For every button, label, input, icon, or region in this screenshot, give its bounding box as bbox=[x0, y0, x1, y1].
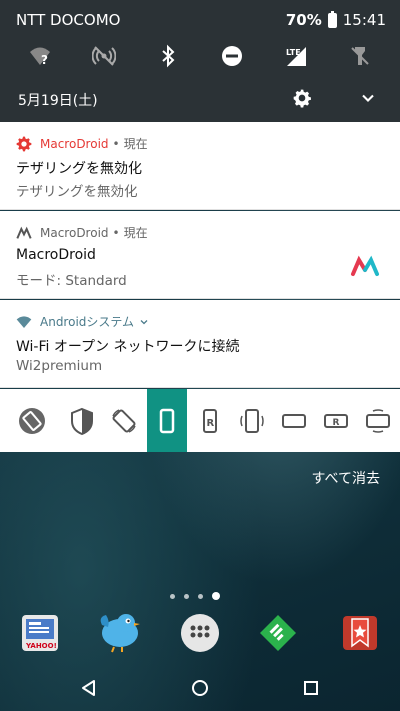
notification-text: テザリングを無効化 bbox=[16, 184, 138, 200]
portrait-reverse-button[interactable]: R bbox=[190, 389, 230, 452]
notification-time: 現在 bbox=[123, 226, 148, 240]
rotate-device-icon bbox=[112, 408, 136, 433]
status-right: 70% 15:41 bbox=[285, 10, 386, 29]
notification-app-name: MacroDroid bbox=[40, 225, 109, 240]
wifi-unknown-icon[interactable]: ? bbox=[20, 38, 60, 74]
recents-icon[interactable] bbox=[301, 678, 321, 698]
gear-icon[interactable] bbox=[292, 88, 312, 108]
notification-shade-header: NTT DOCOMO 70% 15:41 ? LTE 5月19日(土) bbox=[0, 0, 400, 122]
notification-app-name: MacroDroid bbox=[40, 136, 109, 151]
landscape-button[interactable] bbox=[274, 389, 314, 452]
wifi-icon bbox=[16, 315, 32, 328]
landscape-sensor-icon bbox=[366, 408, 390, 433]
notification-text: モード: Standard bbox=[16, 273, 127, 289]
portrait-reverse-icon: R bbox=[203, 408, 217, 433]
do-not-disturb-icon[interactable] bbox=[212, 38, 252, 74]
macrodroid-gear-icon bbox=[16, 136, 32, 151]
rotation-shield-button[interactable] bbox=[62, 389, 102, 452]
clock: 15:41 bbox=[342, 11, 386, 29]
notification-title: テザリングを無効化 bbox=[16, 161, 142, 177]
macrodroid-m-icon bbox=[16, 226, 32, 239]
chevron-down-icon[interactable] bbox=[138, 316, 150, 328]
notification-tethering[interactable]: MacroDroid • 現在 テザリングを無効化 テザリングを無効化 bbox=[0, 122, 400, 210]
svg-text:?: ? bbox=[41, 53, 48, 67]
landscape-phone-icon bbox=[282, 413, 306, 428]
svg-text:LTE: LTE bbox=[286, 48, 301, 57]
svg-text:R: R bbox=[207, 418, 215, 429]
hotspot-off-icon[interactable] bbox=[84, 38, 124, 74]
notification-header: MacroDroid • 現在 bbox=[16, 135, 148, 152]
macrodroid-logo-icon bbox=[351, 255, 379, 276]
notification-separator: • bbox=[112, 136, 120, 151]
shield-icon bbox=[71, 407, 93, 435]
date-label[interactable]: 5月19日(土) bbox=[18, 90, 98, 110]
back-icon[interactable] bbox=[79, 678, 99, 698]
landscape-reverse-icon: R bbox=[324, 413, 348, 428]
auto-rotate-icon bbox=[19, 407, 45, 434]
notification-macrodroid-mode[interactable]: MacroDroid • 現在 MacroDroid モード: Standard bbox=[0, 211, 400, 299]
page-dot bbox=[170, 593, 175, 599]
notification-open-wifi[interactable]: Androidシステム Wi-Fi オープン ネットワークに接続 Wi2prem… bbox=[0, 300, 400, 388]
notification-separator: • bbox=[112, 225, 120, 240]
notification-time: 現在 bbox=[123, 137, 148, 151]
battery-percent: 70% bbox=[285, 11, 322, 29]
carrier-name: NTT DOCOMO bbox=[16, 11, 121, 29]
battery-icon bbox=[327, 10, 337, 28]
home-icon[interactable] bbox=[190, 678, 210, 698]
notification-header: MacroDroid • 現在 bbox=[16, 224, 148, 241]
bluetooth-icon[interactable] bbox=[148, 38, 188, 74]
quick-settings-row: ? LTE bbox=[0, 38, 400, 74]
landscape-reverse-button[interactable]: R bbox=[316, 389, 356, 452]
home-page-indicator bbox=[170, 592, 220, 600]
page-dot bbox=[184, 593, 189, 599]
notification-text: Wi2premium bbox=[16, 358, 103, 374]
rotate-button[interactable] bbox=[104, 389, 144, 452]
feedly-icon[interactable] bbox=[258, 613, 298, 653]
landscape-sensor-button[interactable] bbox=[358, 389, 398, 452]
status-bar: NTT DOCOMO 70% 15:41 bbox=[0, 0, 400, 38]
bookmark-app-icon[interactable] bbox=[340, 613, 380, 653]
portrait-sensor-button[interactable] bbox=[232, 389, 272, 452]
twitter-bird-icon[interactable] bbox=[96, 609, 144, 653]
page-dot-active bbox=[212, 592, 220, 600]
rotation-control-bar: R R bbox=[0, 389, 400, 452]
clear-all-button[interactable]: すべて消去 bbox=[312, 468, 380, 488]
mobile-data-icon[interactable]: LTE bbox=[276, 38, 316, 74]
notification-title: Wi-Fi オープン ネットワークに接続 bbox=[16, 339, 240, 355]
app-drawer-icon[interactable] bbox=[180, 613, 220, 653]
notification-app-name: Androidシステム bbox=[40, 315, 135, 329]
svg-text:R: R bbox=[333, 418, 340, 428]
notification-header: Androidシステム bbox=[16, 313, 150, 330]
auto-rotate-button[interactable] bbox=[12, 389, 52, 452]
date-row: 5月19日(土) bbox=[0, 80, 400, 116]
navigation-bar bbox=[0, 666, 400, 711]
page-dot bbox=[198, 593, 203, 599]
chevron-down-icon[interactable] bbox=[358, 88, 378, 108]
flashlight-off-icon[interactable] bbox=[340, 38, 380, 74]
svg-text:YAHOO!: YAHOO! bbox=[25, 642, 57, 650]
portrait-sensor-icon bbox=[240, 408, 264, 433]
notification-title: MacroDroid bbox=[16, 247, 96, 263]
portrait-phone-icon bbox=[159, 408, 175, 433]
portrait-button[interactable] bbox=[147, 389, 187, 452]
yahoo-news-icon[interactable]: YAHOO! bbox=[20, 613, 60, 653]
